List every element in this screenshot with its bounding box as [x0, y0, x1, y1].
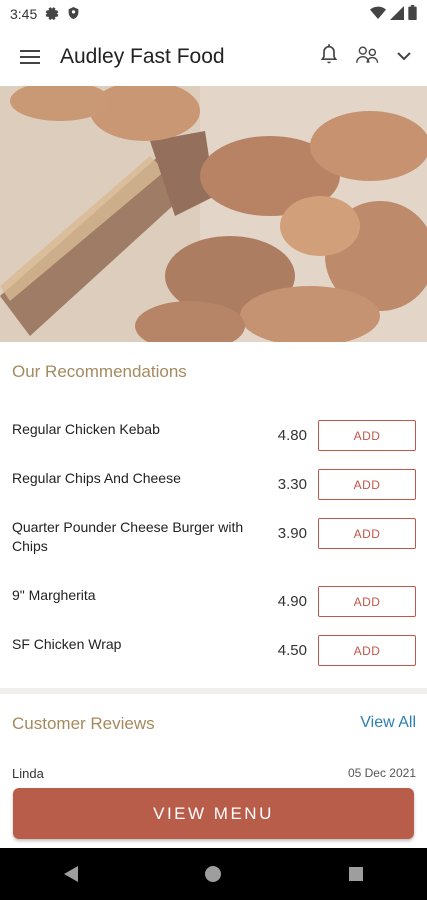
home-icon[interactable]: [183, 848, 243, 900]
people-icon[interactable]: [355, 45, 381, 70]
view-all-link[interactable]: View All: [360, 714, 416, 732]
menu-item: Regular Chicken Kebab 4.80 ADD: [0, 410, 427, 460]
app-bar: Audley Fast Food: [0, 28, 427, 86]
menu-item: Quarter Pounder Cheese Burger with Chips…: [0, 508, 427, 576]
item-name: 9" Margherita: [12, 587, 96, 603]
add-button[interactable]: ADD: [318, 420, 416, 451]
reviews-title: Customer Reviews: [12, 714, 155, 733]
recommendations-title: Our Recommendations: [12, 362, 187, 381]
status-bar: 3:45: [0, 0, 427, 28]
chevron-down-icon[interactable]: [397, 48, 411, 66]
wifi-icon: [370, 6, 386, 23]
item-price: 3.90: [277, 525, 307, 542]
add-button[interactable]: ADD: [318, 586, 416, 617]
item-name: SF Chicken Wrap: [12, 636, 122, 652]
status-right: [370, 5, 417, 23]
review-author: Linda: [12, 766, 44, 781]
signal-icon: [390, 5, 404, 23]
back-icon[interactable]: [41, 848, 101, 900]
menu-item: Regular Chips And Cheese 3.30 ADD: [0, 459, 427, 509]
item-price: 3.30: [277, 476, 307, 493]
menu-item: SF Chicken Wrap 4.50 ADD: [0, 625, 427, 675]
review-date: 05 Dec 2021: [347, 766, 416, 780]
menu-item: 9" Margherita 4.90 ADD: [0, 576, 427, 626]
section-divider: [0, 688, 427, 694]
recents-icon[interactable]: [326, 848, 386, 900]
gear-icon: [45, 6, 59, 23]
item-price: 4.80: [277, 427, 307, 444]
view-menu-button[interactable]: VIEW MENU: [13, 788, 414, 839]
item-price: 4.90: [277, 593, 307, 610]
item-name: Quarter Pounder Cheese Burger with Chips: [12, 519, 244, 554]
battery-icon: [408, 5, 417, 23]
add-button[interactable]: ADD: [318, 518, 416, 549]
item-price: 4.50: [277, 642, 307, 659]
item-name: Regular Chicken Kebab: [12, 421, 160, 437]
app-title: Audley Fast Food: [60, 45, 225, 68]
system-nav-bar: [0, 848, 427, 900]
status-time: 3:45: [10, 6, 38, 22]
add-button[interactable]: ADD: [318, 635, 416, 666]
app-actions: [319, 43, 427, 71]
status-left: 3:45: [10, 6, 80, 23]
add-button[interactable]: ADD: [318, 469, 416, 500]
hamburger-menu-icon[interactable]: [0, 28, 60, 86]
hero-image: [0, 86, 427, 342]
item-name: Regular Chips And Cheese: [12, 470, 181, 486]
shield-icon: [67, 6, 80, 23]
bell-icon[interactable]: [319, 43, 339, 71]
